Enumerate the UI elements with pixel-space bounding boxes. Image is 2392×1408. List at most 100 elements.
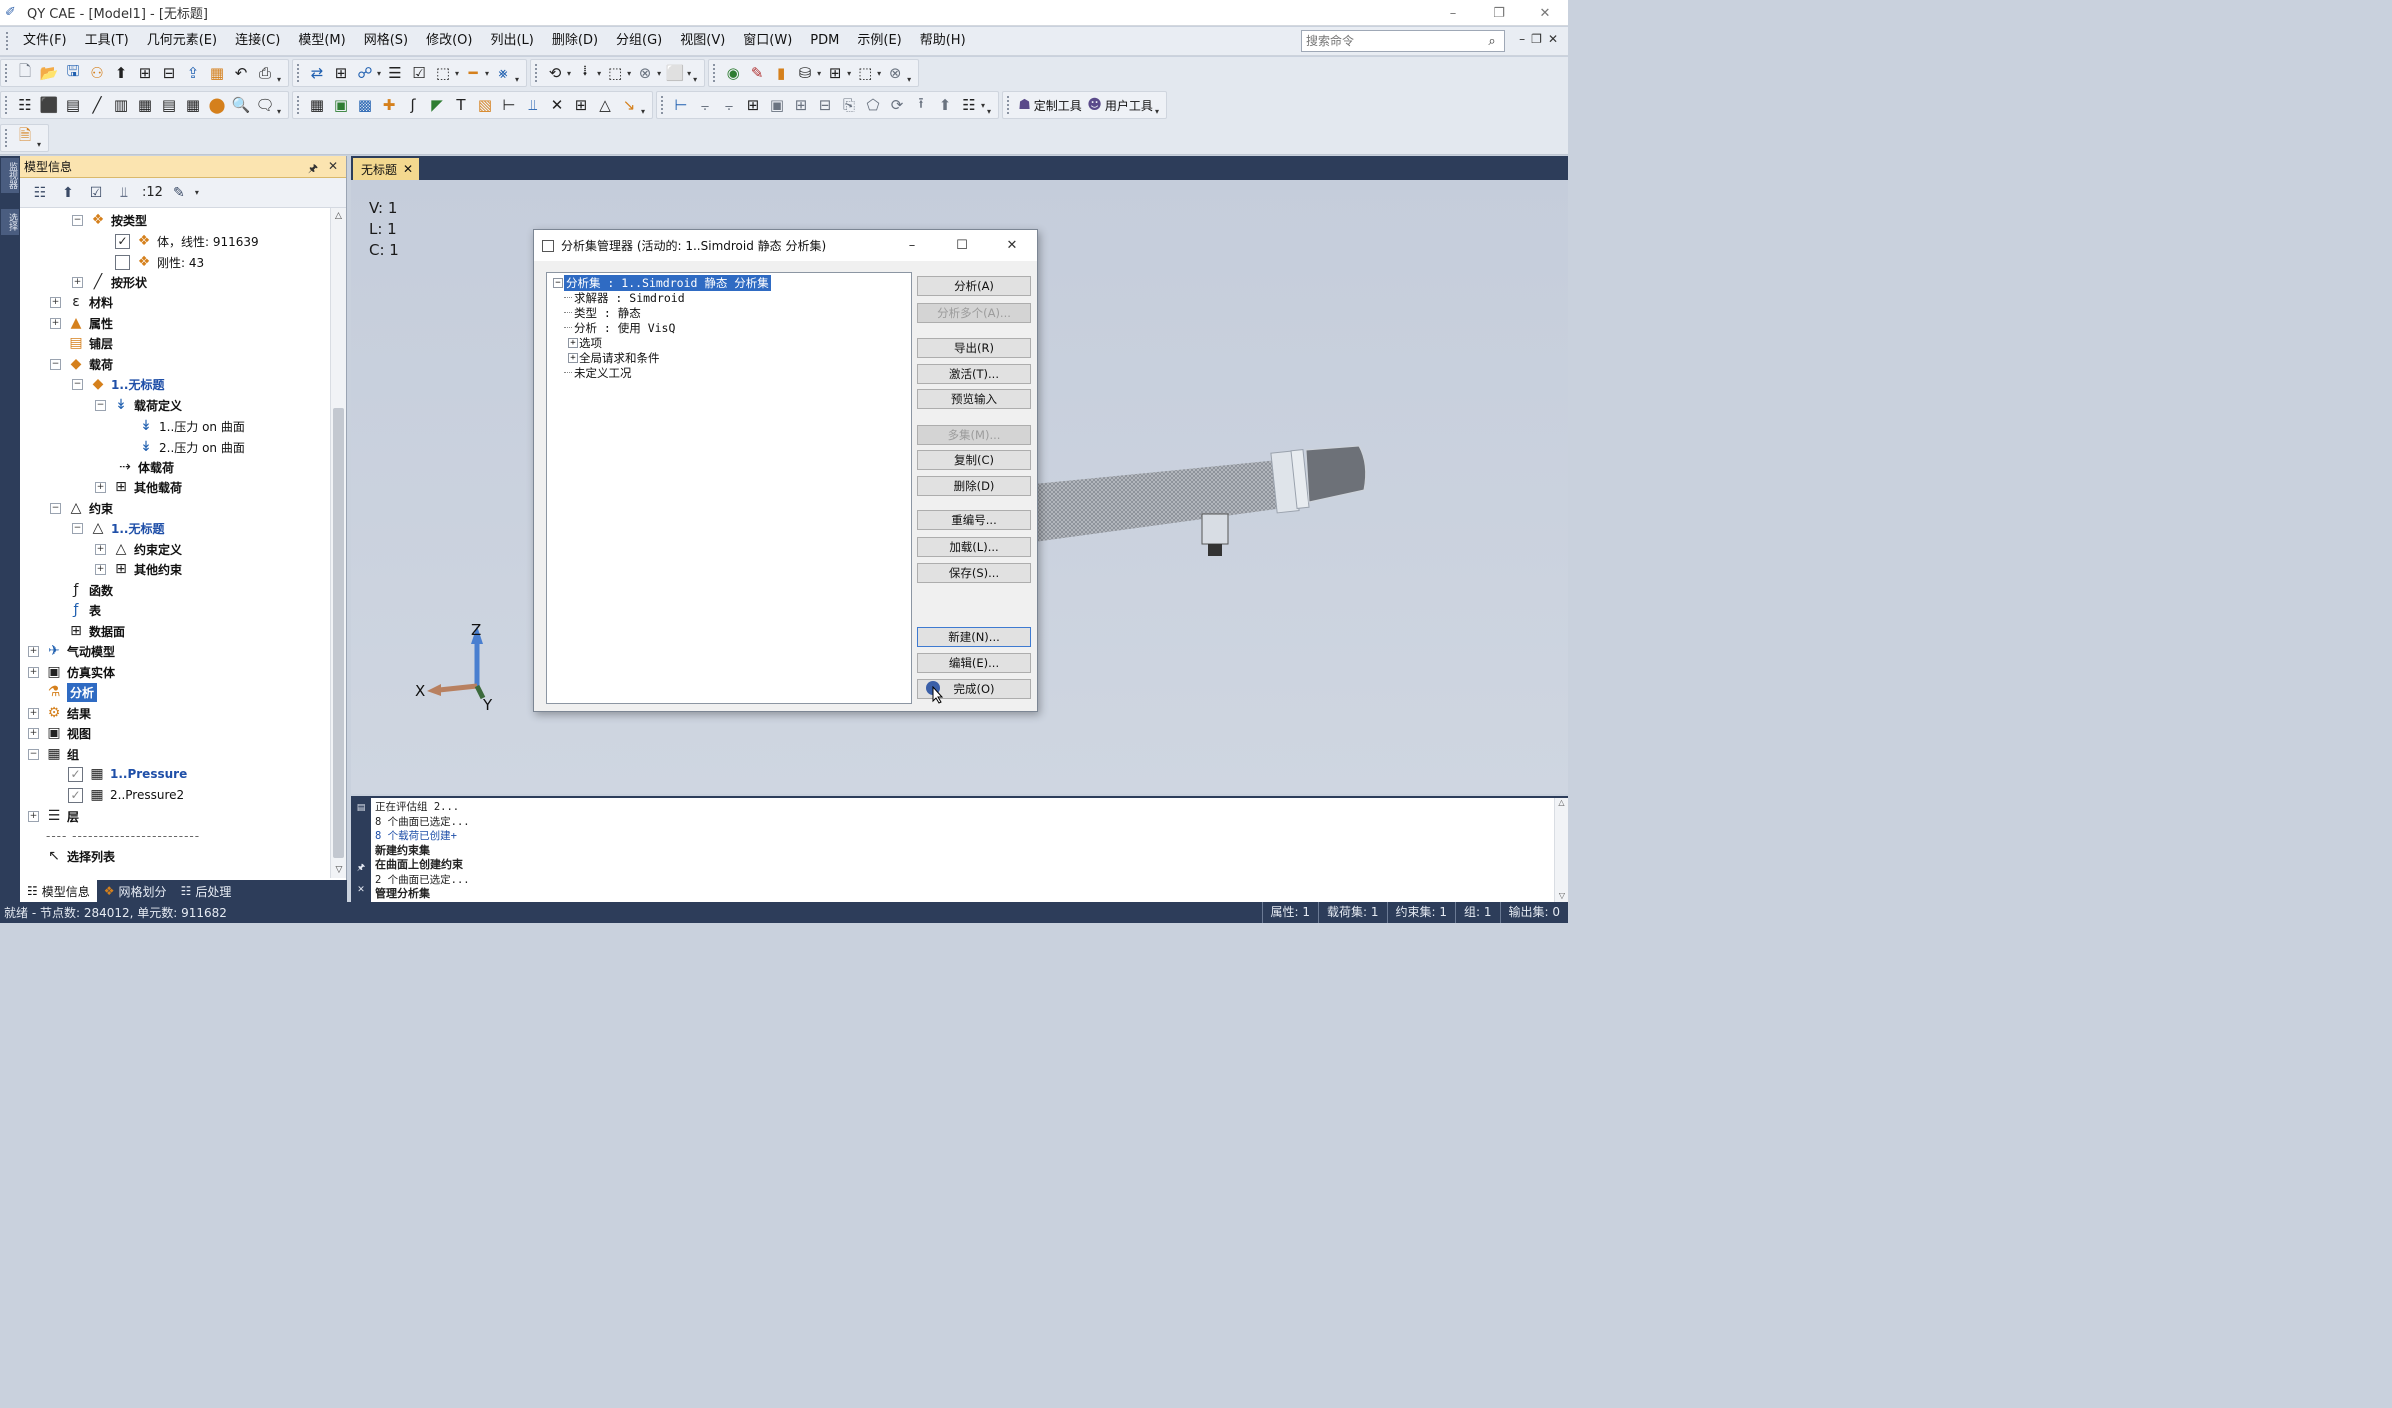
renumber-button[interactable]: 重编号... — [917, 510, 1031, 530]
select-box-icon[interactable]: ⬚ — [603, 61, 627, 85]
expand-icon[interactable]: + — [50, 296, 61, 308]
multi-set-button[interactable]: 多集(M)... — [917, 425, 1031, 445]
tab-model-info[interactable]: ☷ 模型信息 — [20, 880, 97, 902]
grid-view-icon[interactable]: ▦ — [181, 93, 205, 117]
expand-icon[interactable]: + — [28, 666, 39, 678]
menu-mesh[interactable]: 网格(S) — [355, 30, 417, 52]
menu-window[interactable]: 窗口(W) — [734, 30, 801, 52]
new-file-icon[interactable]: 🗋 — [13, 61, 37, 85]
tree-item[interactable]: − ❖ 按类型 — [72, 210, 147, 230]
pipe-icon[interactable]: ⬤ — [205, 93, 229, 117]
tree-item[interactable]: − △ 约束 — [50, 498, 113, 518]
toolbar-overflow-icon[interactable]: ▾ — [693, 62, 701, 84]
coordinate-icon[interactable]: ⊢ — [497, 93, 521, 117]
menu-help[interactable]: 帮助(H) — [911, 30, 975, 52]
tree-item[interactable]: ƒ 函数 — [66, 580, 113, 600]
table-view-icon[interactable]: ▤ — [157, 93, 181, 117]
menu-pdm[interactable]: PDM — [801, 30, 848, 52]
analysis-tree-item[interactable]: 未定义工况 — [564, 365, 632, 380]
menu-modify[interactable]: 修改(O) — [417, 30, 481, 52]
mdi-restore-button[interactable]: ❐ — [1531, 32, 1542, 46]
analysis-tree-item[interactable]: + 选项 — [568, 335, 602, 350]
tree-item[interactable]: − ◆ 1..无标题 — [72, 374, 164, 394]
tree-item[interactable]: ⚗ 分析 — [44, 682, 98, 702]
analysis-tree-item[interactable]: 分析 : 使用 VisQ — [564, 320, 675, 335]
tree-options-icon[interactable]: ☷ — [28, 182, 52, 204]
selection-tool-icon[interactable]: ⬚ — [853, 61, 877, 85]
menu-view[interactable]: 视图(V) — [671, 30, 734, 52]
tree-item[interactable]: + ⊞ 其他约束 — [95, 559, 182, 579]
collapse-icon[interactable]: − — [50, 358, 61, 370]
undo-icon[interactable]: ↶ — [229, 61, 253, 85]
surface-mesh-icon[interactable]: ▩ — [353, 93, 377, 117]
spreadsheet-icon[interactable]: ▤ — [61, 93, 85, 117]
delete-button[interactable]: 删除(D) — [917, 476, 1031, 496]
save-icon[interactable]: 🖫 — [61, 61, 85, 85]
move-icon[interactable]: ⬆ — [933, 93, 957, 117]
expand-icon[interactable]: + — [50, 317, 61, 329]
box-icon[interactable]: ⬛ — [37, 93, 61, 117]
checkbox[interactable]: ✓ — [68, 766, 83, 782]
tree-item[interactable]: − △ 1..无标题 — [72, 518, 164, 538]
dropdown-icon[interactable]: ▾ — [981, 101, 985, 110]
zoom-window-icon[interactable]: ⬜ — [663, 61, 687, 85]
tree-item[interactable]: ↖ 选择列表 — [44, 846, 115, 866]
edit-button[interactable]: 编辑(E)... — [917, 653, 1031, 673]
table-icon[interactable]: ⊞ — [133, 61, 157, 85]
dropdown-icon[interactable]: ▾ — [597, 69, 601, 78]
database-icon[interactable]: ⛁ — [793, 61, 817, 85]
expand-icon[interactable]: + — [28, 727, 39, 739]
toolbar-overflow-icon[interactable]: ▾ — [277, 94, 285, 116]
menu-delete[interactable]: 删除(D) — [543, 30, 607, 52]
checklist-icon[interactable]: ☑ — [407, 61, 431, 85]
view-direction-icon[interactable]: ⭭ — [573, 61, 597, 85]
analyze-button[interactable]: 分析(A) — [917, 276, 1031, 296]
pin-icon[interactable]: 🖈 — [308, 160, 318, 179]
toolbar-grip[interactable] — [713, 64, 717, 82]
bar-icon[interactable]: ⨪ — [693, 93, 717, 117]
output-scrollbar[interactable]: △ ▽ — [1554, 798, 1568, 902]
collapse-icon[interactable]: − — [72, 214, 83, 226]
close-window-button[interactable]: ✕ — [1522, 0, 1568, 26]
collapse-icon[interactable]: − — [553, 277, 563, 288]
dialog-close-button[interactable]: ✕ — [987, 230, 1037, 261]
toolbar-overflow-icon[interactable]: ▾ — [277, 62, 285, 84]
analysis-tree-item[interactable]: − 分析集 : 1..Simdroid 静态 分析集 — [553, 274, 771, 291]
document-icon[interactable]: 🗎 — [13, 126, 37, 150]
expand-icon[interactable]: + — [28, 645, 39, 657]
activate-button[interactable]: 激活(T)... — [917, 364, 1031, 384]
message-icon[interactable]: 🗨 — [253, 93, 277, 117]
layout-icon[interactable]: ⊞ — [823, 61, 847, 85]
menu-list[interactable]: 列出(L) — [481, 30, 542, 52]
dropdown-icon[interactable]: ▾ — [455, 69, 459, 78]
tree-item[interactable]: + ε 材料 — [50, 292, 113, 312]
export-icon[interactable]: ⇪ — [181, 61, 205, 85]
transform-icon[interactable]: ⬠ — [861, 93, 885, 117]
analysis-tree-item[interactable]: + 全局请求和条件 — [568, 350, 660, 365]
check-tree-icon[interactable]: ☑ — [84, 182, 108, 204]
toolbar-overflow-icon[interactable]: ▾ — [907, 62, 915, 84]
tree-item[interactable]: + ⊞ 其他载荷 — [95, 477, 182, 497]
load-icon[interactable]: ↘ — [617, 93, 641, 117]
dropdown-icon[interactable]: ▾ — [567, 69, 571, 78]
layer-grid-icon[interactable]: ⊞ — [789, 93, 813, 117]
grid-icon[interactable]: ⊟ — [157, 61, 181, 85]
dropdown-icon[interactable]: ▾ — [657, 69, 661, 78]
tree-item[interactable]: + ╱ 按形状 — [72, 272, 147, 292]
command-search-input[interactable] — [1302, 34, 1482, 48]
tab-postprocess[interactable]: ☷ 后处理 — [174, 880, 239, 902]
collapse-icon[interactable]: − — [95, 399, 106, 411]
menu-group[interactable]: 分组(G) — [607, 30, 671, 52]
monitor-side-tab[interactable]: 监视器 — [1, 158, 19, 193]
scroll-down-icon[interactable]: ▽ — [1555, 891, 1569, 900]
tab-meshing[interactable]: ❖ 网格划分 — [97, 880, 174, 902]
toolbar-grip[interactable] — [1007, 96, 1011, 114]
expand-tree-icon[interactable]: ⬆ — [56, 182, 80, 204]
import-icon[interactable]: ⬆ — [109, 61, 133, 85]
report-icon[interactable]: ▥ — [109, 93, 133, 117]
tree-item[interactable]: − ◆ 载荷 — [50, 354, 113, 374]
tree-scrollbar[interactable]: △ ▽ — [330, 208, 346, 878]
brush-icon[interactable]: ✎ — [745, 61, 769, 85]
dropdown-icon[interactable]: ▾ — [847, 69, 851, 78]
toolbar-overflow-icon[interactable]: ▾ — [987, 94, 995, 116]
